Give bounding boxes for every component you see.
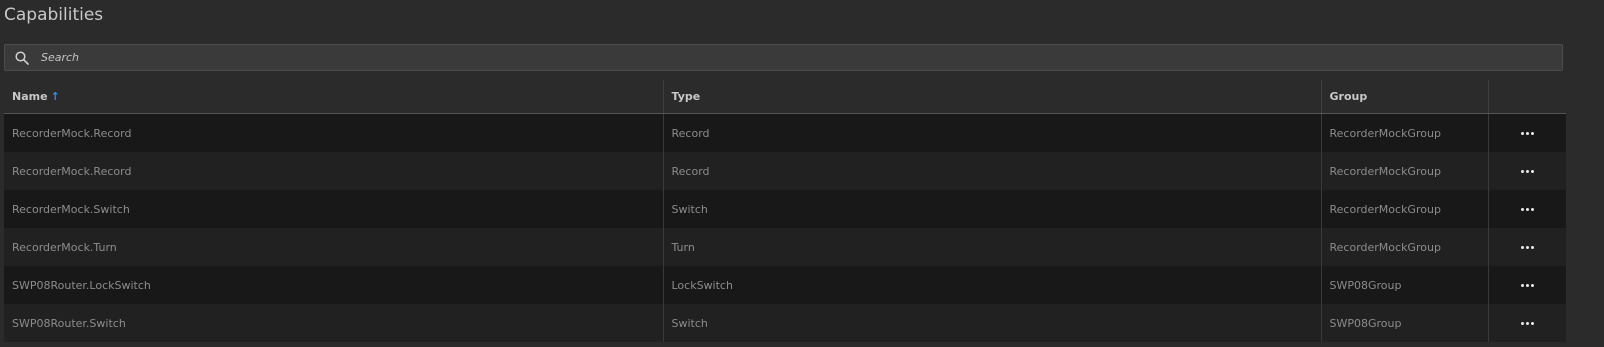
- cell-name: RecorderMock.Record: [4, 152, 664, 190]
- cell-type: Record: [663, 152, 1322, 190]
- more-horizontal-icon: [1520, 169, 1534, 173]
- cell-group: SWP08Group: [1321, 266, 1489, 304]
- table-row[interactable]: RecorderMock.Record Record RecorderMockGro…: [4, 113, 1567, 152]
- row-menu-button[interactable]: [1489, 266, 1567, 304]
- table-row[interactable]: RecorderMock.Turn Turn RecorderMockGroup: [4, 228, 1566, 266]
- cell-type: Switch: [663, 304, 1322, 342]
- column-header-actions: [1488, 80, 1566, 114]
- cell-name: RecorderMock.Turn: [4, 228, 664, 266]
- cell-actions: [1488, 152, 1566, 190]
- column-header-label: Group: [1329, 90, 1368, 103]
- cell-group: RecorderMockGroup: [1321, 228, 1489, 266]
- table-row[interactable]: RecorderMock.Record Record RecorderMockGro…: [4, 152, 1566, 190]
- column-header-name[interactable]: Name ↑: [4, 80, 664, 114]
- cell-type: Turn: [663, 228, 1322, 266]
- more-horizontal-icon: [1520, 245, 1534, 249]
- sort-ascending-icon: ↑: [50, 90, 60, 103]
- cell-group: SWP08Group: [1321, 304, 1489, 342]
- more-horizontal-icon: [1520, 321, 1534, 325]
- search-icon: [15, 50, 31, 66]
- cell-name: SWP08Router.Switch: [4, 304, 664, 342]
- search-input[interactable]: [39, 44, 1562, 71]
- cell-actions: [1488, 304, 1566, 342]
- more-horizontal-icon: [1520, 207, 1534, 211]
- column-header-group[interactable]: Group: [1321, 80, 1489, 114]
- column-header-label: Type: [671, 90, 701, 103]
- cell-type: Switch: [663, 190, 1322, 228]
- cell-group: RecorderMockGroup: [1321, 113, 1489, 152]
- cell-actions: [1488, 113, 1567, 152]
- table-row[interactable]: SWP08Router.LockSwitch LockSwitch SWP08Gro…: [4, 266, 1566, 304]
- cell-actions: [1488, 190, 1566, 228]
- table-row[interactable]: SWP08Router.Switch Switch SWP08Group: [4, 304, 1566, 342]
- row-menu-button[interactable]: [1489, 304, 1567, 342]
- capabilities-table: Name ↑ Type Group RecorderMock.Record Reco…: [4, 80, 1566, 342]
- more-horizontal-icon: [1520, 131, 1534, 135]
- cell-group: RecorderMockGroup: [1321, 152, 1489, 190]
- column-header-label: Name: [12, 90, 48, 103]
- cell-name: SWP08Router.LockSwitch: [4, 266, 664, 304]
- capabilities-panel: Capabilities Name↑ Type Group RecorderMo…: [0, 0, 1604, 347]
- cell-type: Record: [663, 113, 1322, 152]
- column-header-type[interactable]: Type: [663, 80, 1322, 114]
- cell-actions: [1488, 266, 1566, 304]
- row-menu-button[interactable]: [1489, 114, 1567, 152]
- cell-name: RecorderMock.Record: [4, 113, 664, 152]
- page-title: Capabilities: [4, 5, 104, 25]
- cell-actions: [1488, 228, 1566, 266]
- row-menu-button[interactable]: [1489, 152, 1567, 190]
- more-horizontal-icon: [1520, 283, 1534, 287]
- cell-type: LockSwitch: [663, 266, 1322, 304]
- table-header-row: Name ↑ Type Group: [4, 80, 1566, 114]
- cell-group: RecorderMockGroup: [1321, 190, 1489, 228]
- row-menu-button[interactable]: [1489, 190, 1567, 228]
- table-row[interactable]: RecorderMock.Switch Switch RecorderMockGro…: [4, 190, 1566, 228]
- search-box[interactable]: [4, 44, 1563, 71]
- cell-name: RecorderMock.Switch: [4, 190, 664, 228]
- row-menu-button[interactable]: [1489, 228, 1567, 266]
- table-body: RecorderMock.Record Record RecorderMockGro…: [4, 113, 1567, 342]
